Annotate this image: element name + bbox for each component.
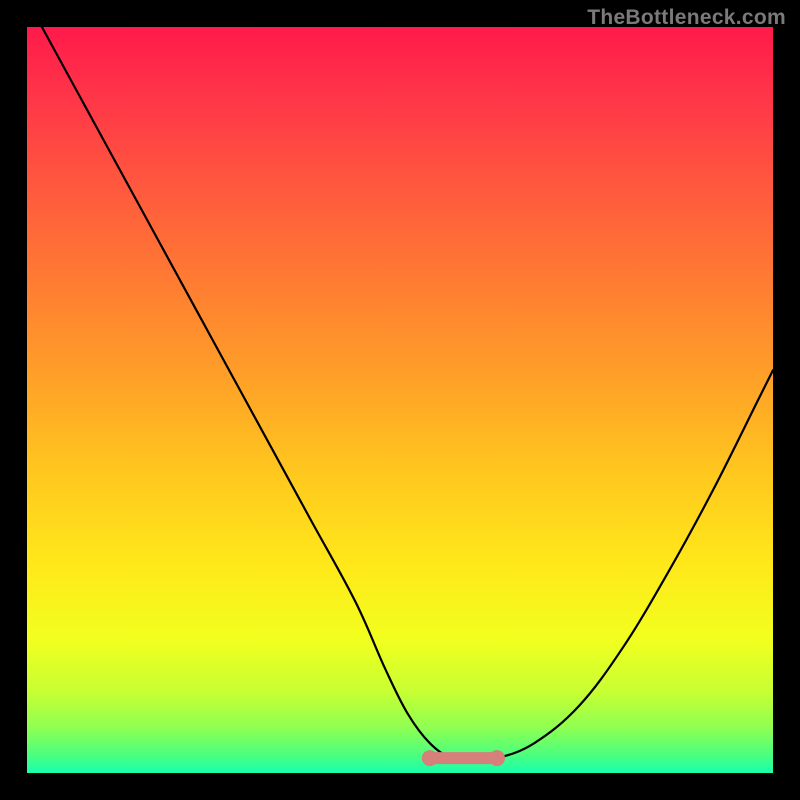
optimal-range-dot-right — [489, 750, 505, 766]
chart-frame: TheBottleneck.com — [0, 0, 800, 800]
watermark-text: TheBottleneck.com — [587, 6, 786, 30]
optimal-range-dot-left — [422, 750, 438, 766]
bottleneck-curve — [42, 27, 773, 759]
plot-area — [27, 27, 773, 773]
bottleneck-curve-layer — [27, 27, 773, 773]
